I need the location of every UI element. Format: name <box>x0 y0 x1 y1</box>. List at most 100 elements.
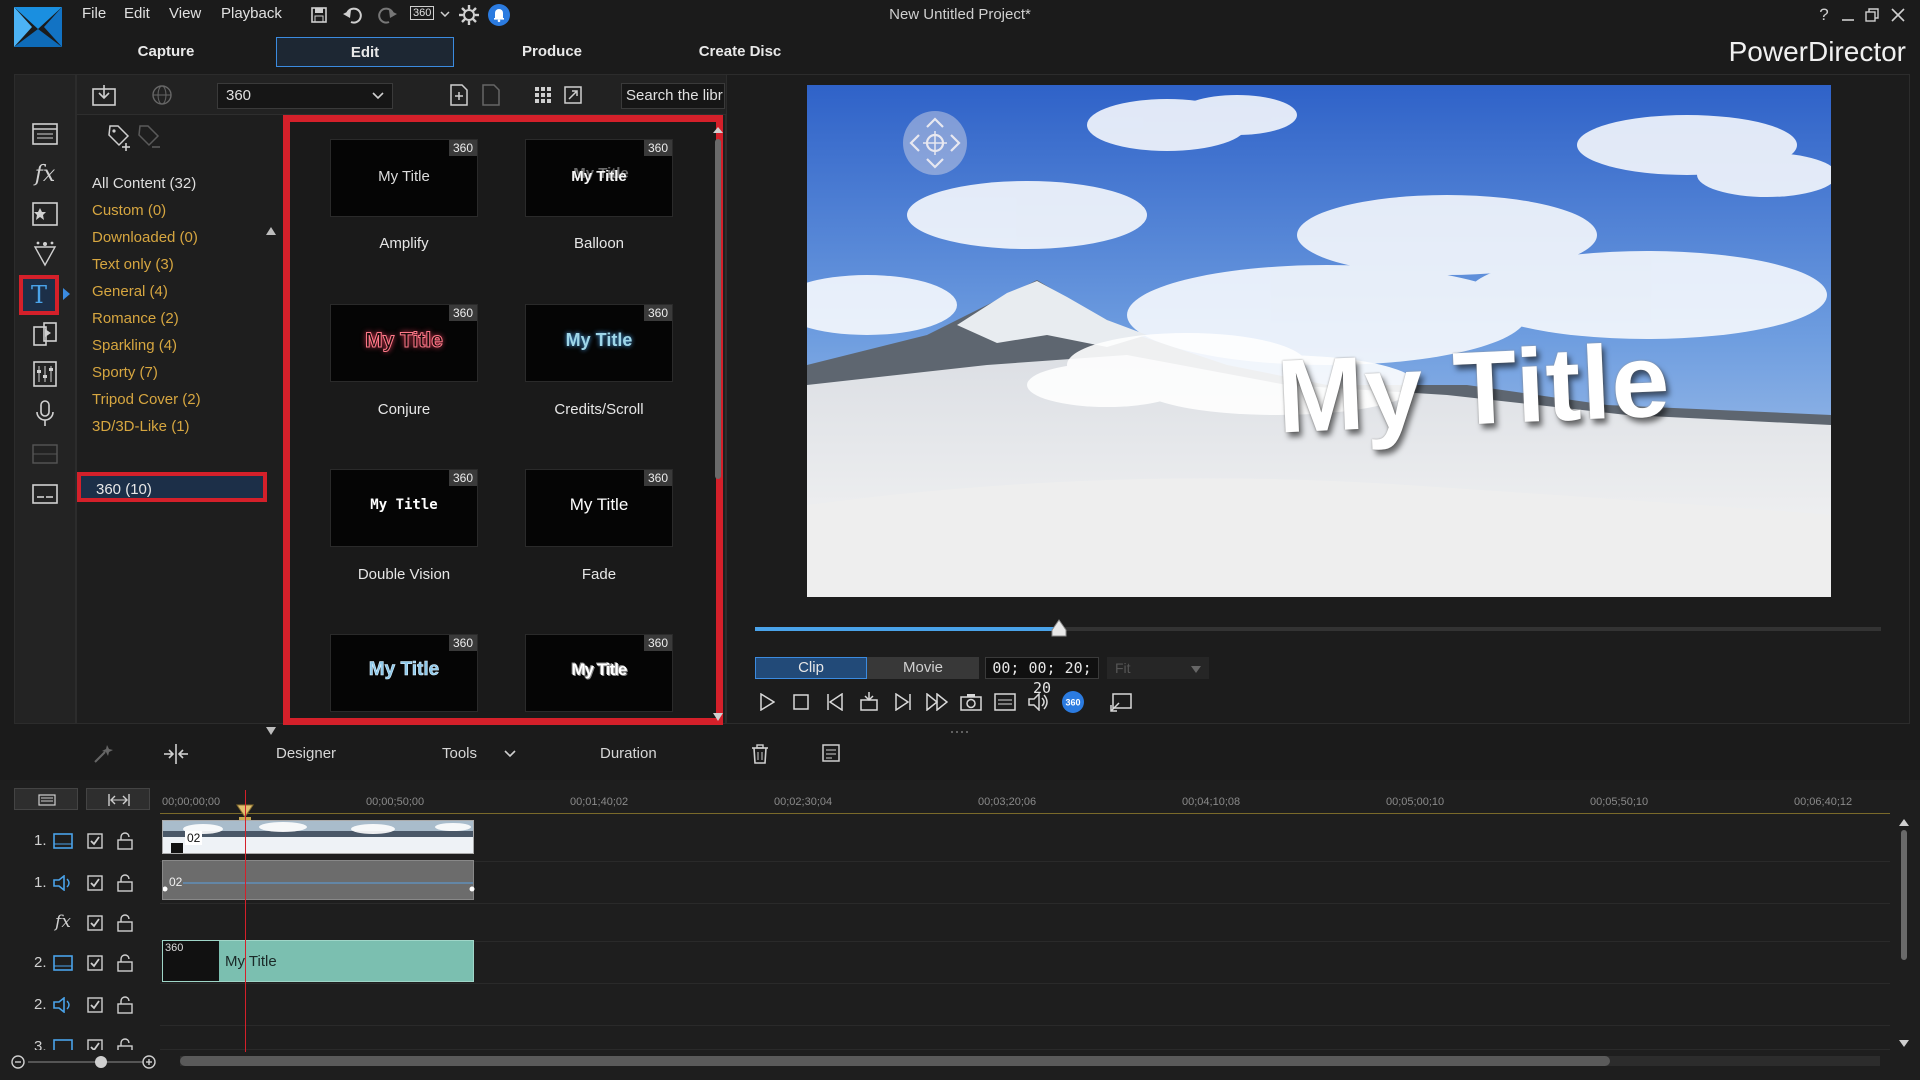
unlock-icon[interactable] <box>116 953 134 973</box>
preview-scrubber[interactable] <box>755 619 1881 637</box>
duration-button[interactable]: Duration <box>600 745 657 762</box>
category-downloaded[interactable]: Downloaded (0) <box>92 229 198 246</box>
track-enable-checkbox[interactable] <box>86 874 104 892</box>
tools-dropdown[interactable]: Tools <box>442 743 522 765</box>
add-to-timeline-icon[interactable] <box>447 83 471 107</box>
import-media-icon[interactable] <box>91 83 117 107</box>
category-3d-like[interactable]: 3D/3D-Like (1) <box>92 418 190 435</box>
snapshot-camera-icon[interactable] <box>957 689 985 715</box>
template-fade[interactable]: 360 My Title <box>526 470 672 546</box>
360-view-icon[interactable]: 360 <box>1059 689 1087 715</box>
movie-mode-button[interactable]: Movie <box>867 657 979 679</box>
subtitle-room-icon[interactable] <box>27 477 63 511</box>
category-360-selected[interactable]: 360 (10) <box>77 472 267 502</box>
template-balloon[interactable]: 360 My Title <box>526 140 672 216</box>
track-enable-checkbox[interactable] <box>86 832 104 850</box>
unlock-icon[interactable] <box>116 831 134 851</box>
more-features-icon[interactable] <box>820 742 844 766</box>
timeline-horizontal-scrollbar[interactable] <box>180 1056 1880 1066</box>
category-sparkling[interactable]: Sparkling (4) <box>92 337 177 354</box>
expand-library-icon[interactable] <box>561 83 585 107</box>
category-romance[interactable]: Romance (2) <box>92 310 179 327</box>
next-frame-icon[interactable] <box>889 689 917 715</box>
modify-template-icon[interactable] <box>479 83 503 107</box>
play-icon[interactable] <box>753 689 781 715</box>
track-enable-checkbox[interactable] <box>86 954 104 972</box>
track-row[interactable] <box>160 904 1890 942</box>
track-enable-checkbox[interactable] <box>86 1038 104 1050</box>
add-tag-icon[interactable] <box>105 123 133 153</box>
template-item[interactable]: 360 My Title <box>331 635 477 711</box>
delete-trash-icon[interactable] <box>748 742 772 766</box>
track-row[interactable] <box>160 1026 1890 1050</box>
split-clip-icon[interactable] <box>162 742 190 766</box>
pip-objects-icon[interactable] <box>27 197 63 231</box>
unlock-icon[interactable] <box>116 1037 134 1050</box>
audio-clip[interactable]: 02 <box>162 860 475 900</box>
close-icon[interactable] <box>1888 5 1908 25</box>
download-content-icon[interactable] <box>149 83 175 107</box>
particle-room-icon[interactable] <box>27 237 63 271</box>
timecode-display[interactable]: 00; 00; 20; 20 <box>985 657 1099 697</box>
library-filter-dropdown[interactable]: 360 <box>217 83 393 109</box>
scrubber-handle[interactable] <box>1051 619 1067 637</box>
track-enable-checkbox[interactable] <box>86 996 104 1014</box>
remove-tag-icon[interactable] <box>135 123 163 153</box>
title-room-icon[interactable]: T <box>19 275 59 315</box>
category-text-only[interactable]: Text only (3) <box>92 256 174 273</box>
360-navigation-control[interactable] <box>903 111 967 175</box>
clip-mode-button[interactable]: Clip <box>755 657 867 679</box>
subtitle-toggle-icon[interactable] <box>991 689 1019 715</box>
zoom-fit-dropdown[interactable]: Fit <box>1107 657 1209 679</box>
restore-icon[interactable] <box>1862 5 1882 25</box>
template-conjure[interactable]: 360 My Title <box>331 305 477 381</box>
template-item[interactable]: 360 My Title <box>526 635 672 711</box>
chapter-room-icon[interactable] <box>27 437 63 471</box>
panel-resize-grip[interactable] <box>950 730 972 734</box>
track-row[interactable] <box>160 984 1890 1026</box>
transition-room-icon[interactable] <box>27 317 63 351</box>
tab-edit[interactable]: Edit <box>276 37 454 67</box>
timeline-zoom-slider[interactable] <box>8 1054 158 1070</box>
track-manager-button[interactable] <box>14 788 78 810</box>
tab-capture[interactable]: Capture <box>96 37 236 67</box>
video-clip[interactable]: 02 <box>162 820 474 854</box>
minimize-icon[interactable] <box>1838 5 1858 25</box>
help-icon[interactable]: ? <box>1814 5 1834 25</box>
designer-button[interactable]: Designer <box>276 745 336 762</box>
tab-produce[interactable]: Produce <box>480 37 624 67</box>
stop-icon[interactable] <box>787 689 815 715</box>
category-tripod-cover[interactable]: Tripod Cover (2) <box>92 391 201 408</box>
fit-timeline-button[interactable] <box>86 788 150 810</box>
preview-video[interactable]: My Title <box>807 85 1831 597</box>
category-custom[interactable]: Custom (0) <box>92 202 166 219</box>
media-room-icon[interactable] <box>27 117 63 151</box>
category-general[interactable]: General (4) <box>92 283 168 300</box>
unlock-icon[interactable] <box>116 873 134 893</box>
unlock-icon[interactable] <box>116 995 134 1015</box>
template-credits-scroll[interactable]: 360 My Title <box>526 305 672 381</box>
template-double-vision[interactable]: 360 My Title <box>331 470 477 546</box>
set-marker-icon[interactable] <box>855 689 883 715</box>
scrollbar-thumb[interactable] <box>180 1056 1610 1066</box>
fx-room-icon[interactable]: fx <box>27 157 63 191</box>
unlock-icon[interactable] <box>116 913 134 933</box>
timeline-vertical-scrollbar[interactable] <box>1898 818 1910 1048</box>
previous-frame-icon[interactable] <box>821 689 849 715</box>
audio-mixing-room-icon[interactable] <box>27 357 63 391</box>
title-clip[interactable]: 360 My Title <box>162 940 474 982</box>
category-scrollbar[interactable] <box>265 227 277 737</box>
category-sporty[interactable]: Sporty (7) <box>92 364 158 381</box>
category-all-content[interactable]: All Content (32) <box>92 175 196 192</box>
template-amplify[interactable]: 360 My Title <box>331 140 477 216</box>
voice-over-microphone-icon[interactable] <box>27 397 63 431</box>
fast-forward-icon[interactable] <box>923 689 951 715</box>
grid-view-icon[interactable] <box>531 83 555 107</box>
track-enable-checkbox[interactable] <box>86 914 104 932</box>
volume-icon[interactable] <box>1025 689 1053 715</box>
tab-create-disc[interactable]: Create Disc <box>664 37 816 67</box>
library-search-input[interactable]: Search the libr <box>621 83 725 109</box>
magic-tools-icon[interactable] <box>90 742 116 766</box>
undock-preview-icon[interactable] <box>1107 689 1135 715</box>
timeline-ruler[interactable]: 00;00;00;00 00;00;50;00 00;01;40;02 00;0… <box>160 790 1890 821</box>
